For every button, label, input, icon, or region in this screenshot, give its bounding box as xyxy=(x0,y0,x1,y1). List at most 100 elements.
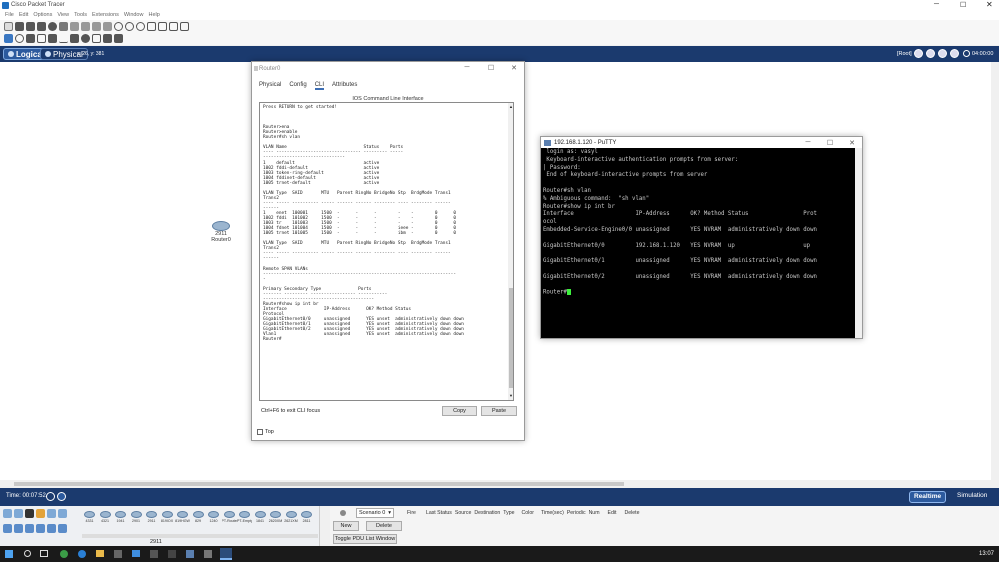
ellipse-icon[interactable] xyxy=(81,34,90,43)
new-cluster-icon[interactable] xyxy=(914,49,923,58)
putty-terminal[interactable]: login as: vasyl Keyboard-interactive aut… xyxy=(541,148,855,338)
device-model-item[interactable]: PT-Empty xyxy=(237,508,252,523)
device-model-item[interactable]: 2911 xyxy=(144,508,159,523)
device-model-item[interactable]: 4331 xyxy=(82,508,97,523)
file-explorer-icon[interactable] xyxy=(96,550,104,557)
wan-emulation-icon[interactable] xyxy=(58,524,67,533)
putty-scrollbar[interactable] xyxy=(855,148,862,338)
scenario-select[interactable]: Scenario 0 ▾ xyxy=(356,508,394,518)
switches-icon[interactable] xyxy=(14,524,23,533)
close-icon[interactable]: ✕ xyxy=(509,64,519,74)
menu-window[interactable]: Window xyxy=(124,12,144,18)
zoom-in-icon[interactable] xyxy=(114,22,123,31)
edge-icon[interactable] xyxy=(78,550,86,558)
viewport-nav-icon[interactable] xyxy=(950,49,959,58)
tab-cli[interactable]: CLI xyxy=(314,82,325,90)
tab-physical[interactable]: Physical xyxy=(259,82,281,88)
device-model-item[interactable]: 2620XM xyxy=(268,508,283,523)
router-window-titlebar[interactable]: Router0 ─ ☐ ✕ xyxy=(252,62,524,76)
routers-icon[interactable] xyxy=(3,524,12,533)
hubs-icon[interactable] xyxy=(25,524,34,533)
menu-tools[interactable]: Tools xyxy=(74,12,87,18)
zoom-reset-icon[interactable] xyxy=(125,22,134,31)
workspace-vertical-scrollbar[interactable] xyxy=(991,62,999,480)
resize-icon[interactable] xyxy=(37,34,46,43)
app-icon[interactable] xyxy=(150,550,158,558)
windows-start-icon[interactable] xyxy=(5,550,13,558)
top-checkbox[interactable] xyxy=(257,429,263,435)
drawing-palette-icon[interactable] xyxy=(147,22,156,31)
misc-icon[interactable] xyxy=(47,509,56,518)
delete-icon[interactable] xyxy=(26,34,35,43)
end-devices-icon[interactable] xyxy=(14,509,23,518)
cli-scrollbar[interactable]: ▲ ▼ xyxy=(508,103,513,400)
copy-icon[interactable] xyxy=(70,22,79,31)
tab-attributes[interactable]: Attributes xyxy=(332,82,357,88)
delete-scenario-button[interactable]: Delete xyxy=(366,521,402,531)
device-model-item[interactable]: 2901 xyxy=(129,508,144,523)
redo-icon[interactable] xyxy=(103,22,112,31)
mail-icon[interactable] xyxy=(132,550,140,557)
menu-file[interactable]: File xyxy=(5,12,14,18)
menu-help[interactable]: Help xyxy=(148,12,159,18)
scenario-info-icon[interactable] xyxy=(340,510,346,516)
device-model-item[interactable]: PT-Router xyxy=(222,508,237,523)
network-devices-icon[interactable] xyxy=(3,509,12,518)
undo-icon[interactable] xyxy=(92,22,101,31)
power-cycle-icon[interactable] xyxy=(46,492,55,501)
security-icon[interactable] xyxy=(47,524,56,533)
device-model-item[interactable]: 829 xyxy=(191,508,206,523)
scroll-down-icon[interactable]: ▼ xyxy=(509,393,513,398)
new-file-icon[interactable] xyxy=(4,22,13,31)
tab-config[interactable]: Config xyxy=(289,82,306,88)
simple-pdu-icon[interactable] xyxy=(103,34,112,43)
device-model-item[interactable]: 819HGW xyxy=(175,508,190,523)
save-icon[interactable] xyxy=(26,22,35,31)
scroll-up-icon[interactable]: ▲ xyxy=(509,104,513,109)
paste-button[interactable]: Paste xyxy=(481,406,517,416)
network-info-icon[interactable] xyxy=(59,22,68,31)
components-icon[interactable] xyxy=(25,509,34,518)
complex-pdu-icon[interactable] xyxy=(114,34,123,43)
maximize-icon[interactable]: ☐ xyxy=(960,1,966,9)
menu-extensions[interactable]: Extensions xyxy=(92,12,119,18)
freeform-icon[interactable] xyxy=(92,34,101,43)
open-file-icon[interactable] xyxy=(15,22,24,31)
menu-options[interactable]: Options xyxy=(33,12,52,18)
minimize-icon[interactable]: ─ xyxy=(934,1,939,8)
custom-devices-icon[interactable] xyxy=(158,22,167,31)
rectangle-icon[interactable] xyxy=(70,34,79,43)
device-model-item[interactable]: 819IOX xyxy=(160,508,175,523)
move-object-icon[interactable] xyxy=(926,49,935,58)
fast-forward-icon[interactable] xyxy=(57,492,66,501)
app-icon[interactable] xyxy=(204,550,212,558)
toggle-pdu-list-button[interactable]: Toggle PDU List Window xyxy=(333,534,397,544)
cli-terminal[interactable]: Press RETURN to get started! Router>ena … xyxy=(259,102,514,401)
activity-wizard-icon[interactable] xyxy=(48,22,57,31)
search-icon[interactable] xyxy=(24,550,31,557)
zoom-out-icon[interactable] xyxy=(136,22,145,31)
workspace-scroll-thumb[interactable] xyxy=(14,482,624,486)
multiuser-icon[interactable] xyxy=(58,509,67,518)
device-model-item[interactable]: 1841 xyxy=(253,508,268,523)
device-model-item[interactable]: 1240 xyxy=(206,508,221,523)
device-model-item[interactable]: 1941 xyxy=(113,508,128,523)
connections-icon[interactable] xyxy=(36,509,45,518)
viewport-icon[interactable] xyxy=(169,22,178,31)
ipc-icon[interactable] xyxy=(180,22,189,31)
realtime-button[interactable]: Realtime xyxy=(909,491,947,503)
task-view-icon[interactable] xyxy=(40,550,48,557)
router-device[interactable]: 2911 Router0 xyxy=(208,221,234,247)
print-icon[interactable] xyxy=(37,22,46,31)
new-scenario-button[interactable]: New xyxy=(333,521,359,531)
device-list-scrollbar[interactable] xyxy=(82,534,318,538)
device-model-item[interactable]: 2621XM xyxy=(284,508,299,523)
cli-scroll-thumb[interactable] xyxy=(509,288,513,388)
line-icon[interactable] xyxy=(59,34,68,43)
putty-taskbar-icon[interactable] xyxy=(186,550,194,558)
copy-button[interactable]: Copy xyxy=(442,406,477,416)
menu-view[interactable]: View xyxy=(57,12,69,18)
minimize-icon[interactable]: ─ xyxy=(462,64,472,74)
packet-tracer-taskbar-icon[interactable] xyxy=(220,548,232,560)
note-icon[interactable] xyxy=(48,34,57,43)
